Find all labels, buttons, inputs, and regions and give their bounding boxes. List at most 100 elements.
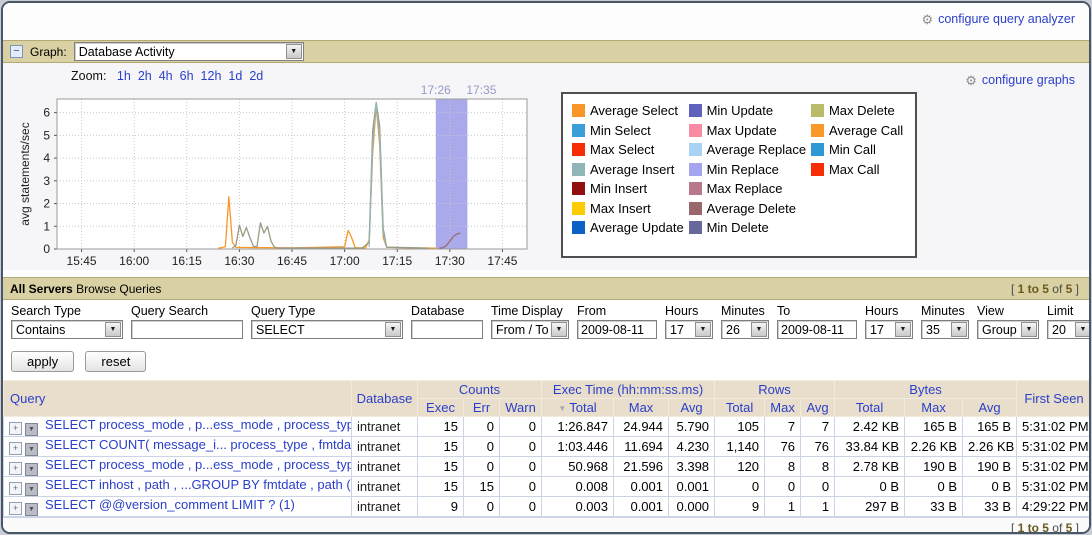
- dropdown-arrow-icon[interactable]: ▼: [105, 322, 121, 337]
- filter-4-time-display: Time Display From / To▼: [491, 304, 569, 339]
- col-header-rows-total[interactable]: Total: [715, 399, 765, 417]
- expand-row-button[interactable]: +: [9, 442, 22, 455]
- col-header-bytes-max[interactable]: Max: [905, 399, 963, 417]
- filter-label: Limit: [1047, 304, 1091, 318]
- cell-database: intranet: [352, 497, 418, 517]
- filter-select[interactable]: 35▼: [921, 320, 969, 339]
- dropdown-arrow-icon[interactable]: ▼: [286, 44, 302, 59]
- cell-rows_avg: 76: [801, 437, 835, 457]
- col-header-first-seen[interactable]: First Seen: [1017, 381, 1091, 417]
- expand-row-button[interactable]: +: [9, 502, 22, 515]
- dropdown-arrow-icon[interactable]: ▼: [751, 322, 767, 337]
- row-menu-button[interactable]: ▼: [25, 483, 38, 496]
- row-menu-button[interactable]: ▼: [25, 423, 38, 436]
- dropdown-arrow-icon[interactable]: ▼: [1075, 322, 1091, 337]
- query-analyzer-window: ⚙ configure query analyzer − Graph: Data…: [1, 1, 1091, 534]
- col-header-exec[interactable]: Exec: [418, 399, 464, 417]
- expand-row-button[interactable]: +: [9, 462, 22, 475]
- legend-swatch: [811, 104, 824, 117]
- col-header-database[interactable]: Database: [352, 381, 418, 417]
- dropdown-arrow-icon[interactable]: ▼: [551, 322, 567, 337]
- cell-bytes_total: 33.84 KB: [835, 437, 905, 457]
- filter-select[interactable]: Group▼: [977, 320, 1039, 339]
- filter-label: Hours: [865, 304, 913, 318]
- legend-item: Max Call: [811, 160, 906, 180]
- configure-query-analyzer-label: configure query analyzer: [938, 12, 1075, 26]
- cell-bytes_avg: 190 B: [963, 457, 1017, 477]
- legend-label: Average Select: [590, 103, 678, 118]
- selected-value: 17: [670, 323, 684, 337]
- legend-swatch: [811, 124, 824, 137]
- reset-button[interactable]: reset: [85, 351, 146, 372]
- filter-input[interactable]: [577, 320, 657, 339]
- query-link[interactable]: SELECT @@version_comment LIMIT ? (1): [45, 497, 295, 512]
- col-header-query[interactable]: Query: [4, 381, 352, 417]
- filter-label: Time Display: [491, 304, 569, 318]
- col-header-rows-max[interactable]: Max: [765, 399, 801, 417]
- col-header-time-total[interactable]: ▼Total: [542, 399, 614, 417]
- col-header-rows-avg[interactable]: Avg: [801, 399, 835, 417]
- filter-select[interactable]: 17▼: [865, 320, 913, 339]
- legend-item: Average Select: [572, 101, 687, 121]
- col-header-time-avg[interactable]: Avg: [669, 399, 715, 417]
- filter-label: Database: [411, 304, 483, 318]
- filter-input[interactable]: [131, 320, 243, 339]
- filter-select[interactable]: SELECT ▼: [251, 320, 403, 339]
- cell-rows_total: 105: [715, 417, 765, 437]
- filter-label: Search Type: [11, 304, 123, 318]
- filter-input[interactable]: [411, 320, 483, 339]
- svg-text:2: 2: [43, 197, 50, 211]
- filter-7-minutes: Minutes26▼: [721, 304, 769, 339]
- filter-select[interactable]: 17 ▼: [665, 320, 713, 339]
- cell-time_total: 1:03.446: [542, 437, 614, 457]
- svg-text:16:45: 16:45: [277, 254, 307, 268]
- filter-select[interactable]: Contains▼: [11, 320, 123, 339]
- dropdown-arrow-icon[interactable]: ▼: [895, 322, 911, 337]
- zoom-option-12h[interactable]: 12h: [201, 69, 222, 83]
- row-menu-button[interactable]: ▼: [25, 503, 38, 516]
- legend-label: Average Update: [590, 220, 684, 235]
- configure-query-analyzer-link[interactable]: ⚙ configure query analyzer: [921, 12, 1075, 26]
- graph-panel: ⚙ configure graphs Zoom: 1h2h4h6h12h1d2d…: [3, 63, 1089, 270]
- filter-select[interactable]: 20▼: [1047, 320, 1091, 339]
- row-menu-button[interactable]: ▼: [25, 463, 38, 476]
- zoom-option-6h[interactable]: 6h: [180, 69, 194, 83]
- zoom-option-2h[interactable]: 2h: [138, 69, 152, 83]
- zoom-option-1h[interactable]: 1h: [117, 69, 131, 83]
- col-header-err[interactable]: Err: [464, 399, 500, 417]
- dropdown-arrow-icon[interactable]: ▼: [1021, 322, 1037, 337]
- table-row: +▼ SELECT process_mode , p...ess_mode , p…: [4, 457, 1092, 477]
- configure-graphs-link[interactable]: ⚙ configure graphs: [965, 73, 1075, 87]
- filter-input[interactable]: [777, 320, 857, 339]
- query-link[interactable]: SELECT process_mode , p...ess_mode , pro…: [45, 417, 352, 432]
- filter-label: Query Type: [251, 304, 403, 318]
- col-header-warn[interactable]: Warn: [500, 399, 542, 417]
- zoom-option-2d[interactable]: 2d: [249, 69, 263, 83]
- col-header-bytes-avg[interactable]: Avg: [963, 399, 1017, 417]
- query-link[interactable]: SELECT process_mode , p...ess_mode , pro…: [45, 457, 352, 472]
- selected-value: SELECT: [256, 323, 305, 337]
- expand-row-button[interactable]: +: [9, 422, 22, 435]
- filter-12-limit: Limit 20▼: [1047, 304, 1091, 339]
- legend-item: Max Insert: [572, 199, 687, 219]
- zoom-option-4h[interactable]: 4h: [159, 69, 173, 83]
- filter-select[interactable]: From / To▼: [491, 320, 569, 339]
- cell-bytes_avg: 33 B: [963, 497, 1017, 517]
- row-menu-button[interactable]: ▼: [25, 443, 38, 456]
- collapse-section-button[interactable]: −: [10, 45, 23, 58]
- zoom-option-1d[interactable]: 1d: [228, 69, 242, 83]
- dropdown-arrow-icon[interactable]: ▼: [385, 322, 401, 337]
- filter-select[interactable]: 26▼: [721, 320, 769, 339]
- query-link[interactable]: SELECT COUNT( message_i... process_type …: [45, 437, 352, 452]
- filter-label: Minutes: [921, 304, 969, 318]
- dropdown-arrow-icon[interactable]: ▼: [951, 322, 967, 337]
- query-link[interactable]: SELECT inhost , path , ...GROUP BY fmtda…: [45, 477, 352, 492]
- dropdown-arrow-icon[interactable]: ▼: [695, 322, 711, 337]
- apply-button[interactable]: apply: [11, 351, 74, 372]
- expand-row-button[interactable]: +: [9, 482, 22, 495]
- cell-time_total: 1:26.847: [542, 417, 614, 437]
- graph-type-select[interactable]: Database Activity ▼: [74, 42, 304, 61]
- col-header-time-max[interactable]: Max: [614, 399, 669, 417]
- legend-item: Min Replace: [689, 160, 809, 180]
- col-header-bytes-total[interactable]: Total: [835, 399, 905, 417]
